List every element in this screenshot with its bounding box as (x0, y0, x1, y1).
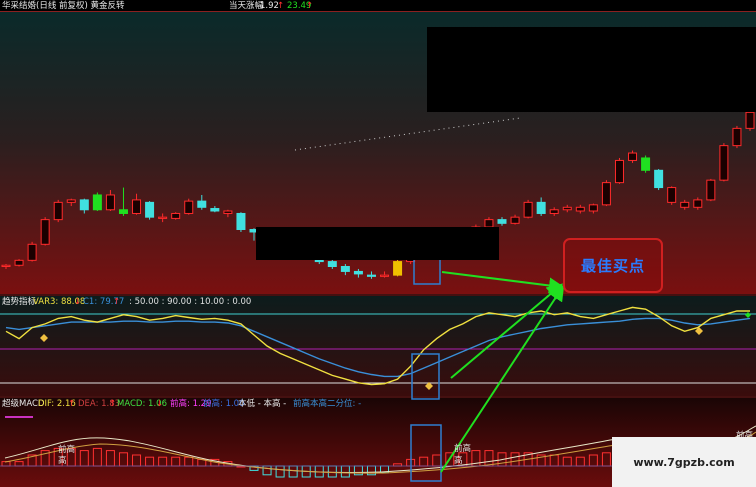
candle-body (145, 201, 155, 218)
candle-body (484, 219, 494, 228)
candle-body (118, 209, 128, 214)
ratio-label: 前高本高二分位: - (293, 399, 362, 409)
buy-point-label: 最佳买点 (580, 257, 645, 275)
candle-body (353, 270, 363, 275)
macd-tag-prev-high-2: 前高 (454, 444, 472, 454)
candle-body (654, 169, 664, 189)
candle-body (719, 145, 729, 181)
candle-body (745, 111, 755, 129)
candle-body (549, 209, 559, 214)
candle-body (575, 206, 585, 212)
var3-down-arrow-icon: ↓ (74, 297, 82, 307)
candle-body (380, 274, 390, 277)
candle-body (601, 182, 611, 206)
candle-body (158, 216, 168, 219)
redacted-area-top (427, 27, 756, 112)
macd-tag-high: 高 (58, 456, 67, 466)
candle-body (536, 201, 546, 214)
dif-up-arrow-icon: ↑ (68, 399, 76, 409)
candle-body (588, 204, 598, 212)
candle-body (366, 274, 376, 277)
candle-body (340, 266, 350, 272)
candle-body (14, 259, 24, 266)
low-high-label: 本低 - 本高 - (238, 399, 287, 409)
candle-body (327, 261, 337, 268)
macd-tag-high-2: 高 (454, 456, 463, 466)
candle-body (497, 219, 507, 224)
macd-down-arrow-icon: ↓ (156, 399, 164, 409)
candle-body (393, 261, 403, 276)
c1-up-arrow-icon: ↑ (113, 297, 121, 307)
candle-body (223, 210, 233, 214)
change-label: 当天涨幅 (229, 1, 264, 11)
buy-point-callout: 最佳买点 (563, 238, 663, 293)
macd-tag-prev-high: 前高 (58, 445, 76, 455)
candle-body (132, 199, 142, 214)
candle-body (236, 212, 246, 230)
candle-body (184, 200, 194, 214)
candle-body (680, 201, 690, 208)
candle-body (210, 208, 220, 212)
candle-body (667, 187, 677, 203)
candle-body (53, 201, 63, 221)
dea-up-arrow-icon: ↑ (109, 399, 117, 409)
watermark-text: www.7gpzb.com (633, 455, 735, 469)
trend-panel-name[interactable]: 趋势指标 (2, 297, 36, 308)
candle-body (510, 216, 520, 224)
candle-body (693, 199, 703, 208)
candle-body (641, 157, 651, 171)
chart-title: 华采结婚(日线 前复权) 黄金反转 (2, 1, 125, 11)
trend-panel-bg (0, 296, 756, 396)
candle-body (562, 206, 572, 211)
candle-body (92, 194, 102, 211)
candle-body (105, 194, 115, 211)
price-up-arrow-icon: ↑ (306, 1, 314, 11)
candle-body (66, 199, 76, 203)
candle-body (628, 152, 638, 161)
change-up-arrow-icon: ↑ (277, 1, 285, 11)
candle-body (197, 200, 207, 208)
candle-body (171, 212, 181, 219)
candle-body (732, 127, 742, 147)
candle-body (523, 201, 533, 218)
candle-body (1, 264, 11, 267)
candle-body (79, 199, 89, 211)
candle-body (27, 243, 37, 261)
candle-body (614, 159, 624, 184)
trend-levels: : 50.00 : 90.00 : 10.00 : 0.00 (129, 297, 252, 307)
candle-body (40, 219, 50, 245)
candle-body (706, 179, 716, 201)
redacted-area-middle (256, 227, 499, 260)
watermark: www.7gpzb.com (612, 437, 756, 487)
